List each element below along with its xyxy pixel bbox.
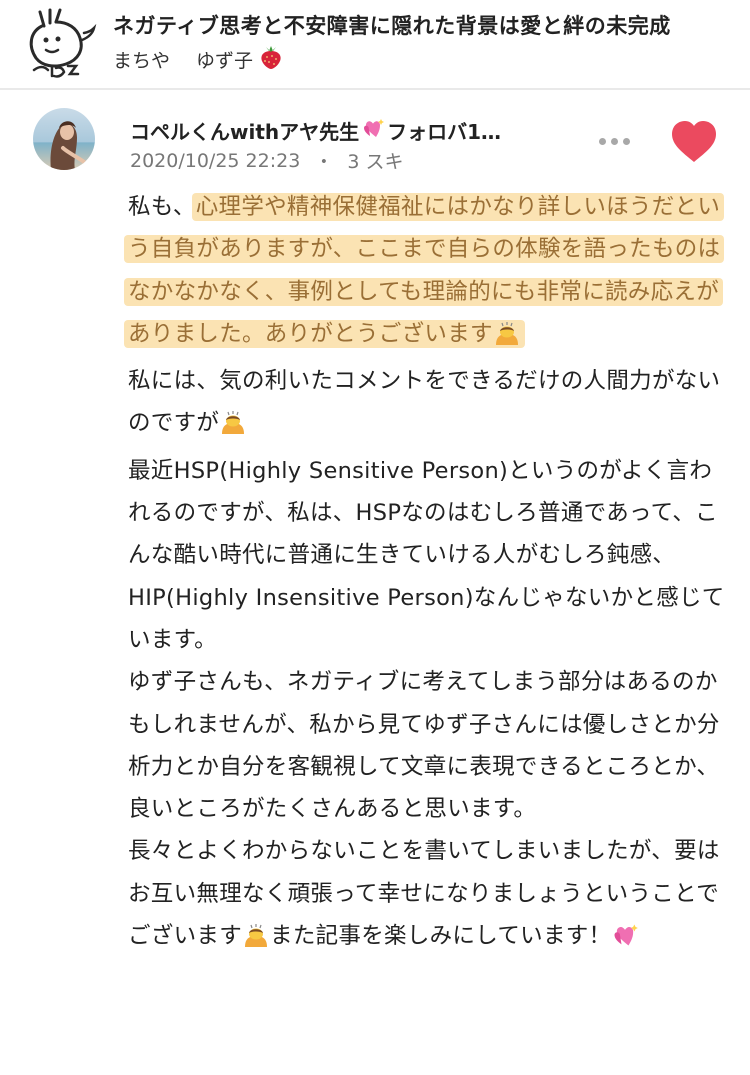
more-dots-icon[interactable]: [594, 128, 634, 154]
comment-paragraph: 私も、心理学や精神保健福祉にはかなり詳しいほうだという自負がありますが、ここまで…: [124, 186, 728, 360]
strawberry-icon: [259, 44, 283, 75]
commenter-name[interactable]: コペルくんwithアヤ先生 フォロバ1…: [130, 116, 501, 145]
header-divider: [0, 88, 750, 90]
bowing-person-icon: [219, 407, 247, 449]
sparkling-heart-icon: [611, 920, 639, 962]
article-title[interactable]: ネガティブ思考と不安障害に隠れた背景は愛と絆の未完成: [113, 10, 671, 40]
comment-meta: 2020/10/25 22:23 ・ 3 スキ: [130, 147, 403, 174]
comment-paragraph: 長々とよくわからないことを書いてしまいましたが、要はお互い無理なく頑張って幸せに…: [128, 830, 728, 962]
bowing-person-icon: [242, 920, 270, 962]
heart-icon[interactable]: [668, 118, 720, 166]
bowing-person-icon: [493, 318, 521, 360]
highlighted-text: 心理学や精神保健福祉にはかなり詳しいほうだという自負がありますが、ここまで自らの…: [124, 193, 725, 348]
author-line[interactable]: まちや ゆず子: [113, 44, 283, 75]
comment-paragraph: 最近HSP(Highly Sensitive Person)というのがよく言われ…: [128, 457, 725, 653]
comment-body: 私も、心理学や精神保健福祉にはかなり詳しいほうだという自負がありますが、ここまで…: [124, 186, 728, 962]
author-name[interactable]: ゆず子: [196, 46, 253, 73]
comment-paragraph: ゆず子さんも、ネガティブに考えてしまう部分はあるのかもしれませんが、私から見てゆ…: [128, 669, 720, 823]
sparkling-heart-icon: [361, 117, 385, 144]
comment-paragraph: 私には、気の利いたコメントをできるだけの人間力がないのですが: [128, 360, 728, 450]
comment-date: 2020/10/25 22:23: [130, 149, 301, 172]
creator-logo-icon[interactable]: [20, 6, 100, 80]
meta-separator: ・: [314, 151, 334, 173]
like-count[interactable]: 3 スキ: [347, 147, 403, 174]
author-prefix: まちや: [113, 50, 171, 72]
article-header: ネガティブ思考と不安障害に隠れた背景は愛と絆の未完成 まちや ゆず子: [0, 0, 750, 88]
commenter-avatar[interactable]: [33, 108, 95, 170]
